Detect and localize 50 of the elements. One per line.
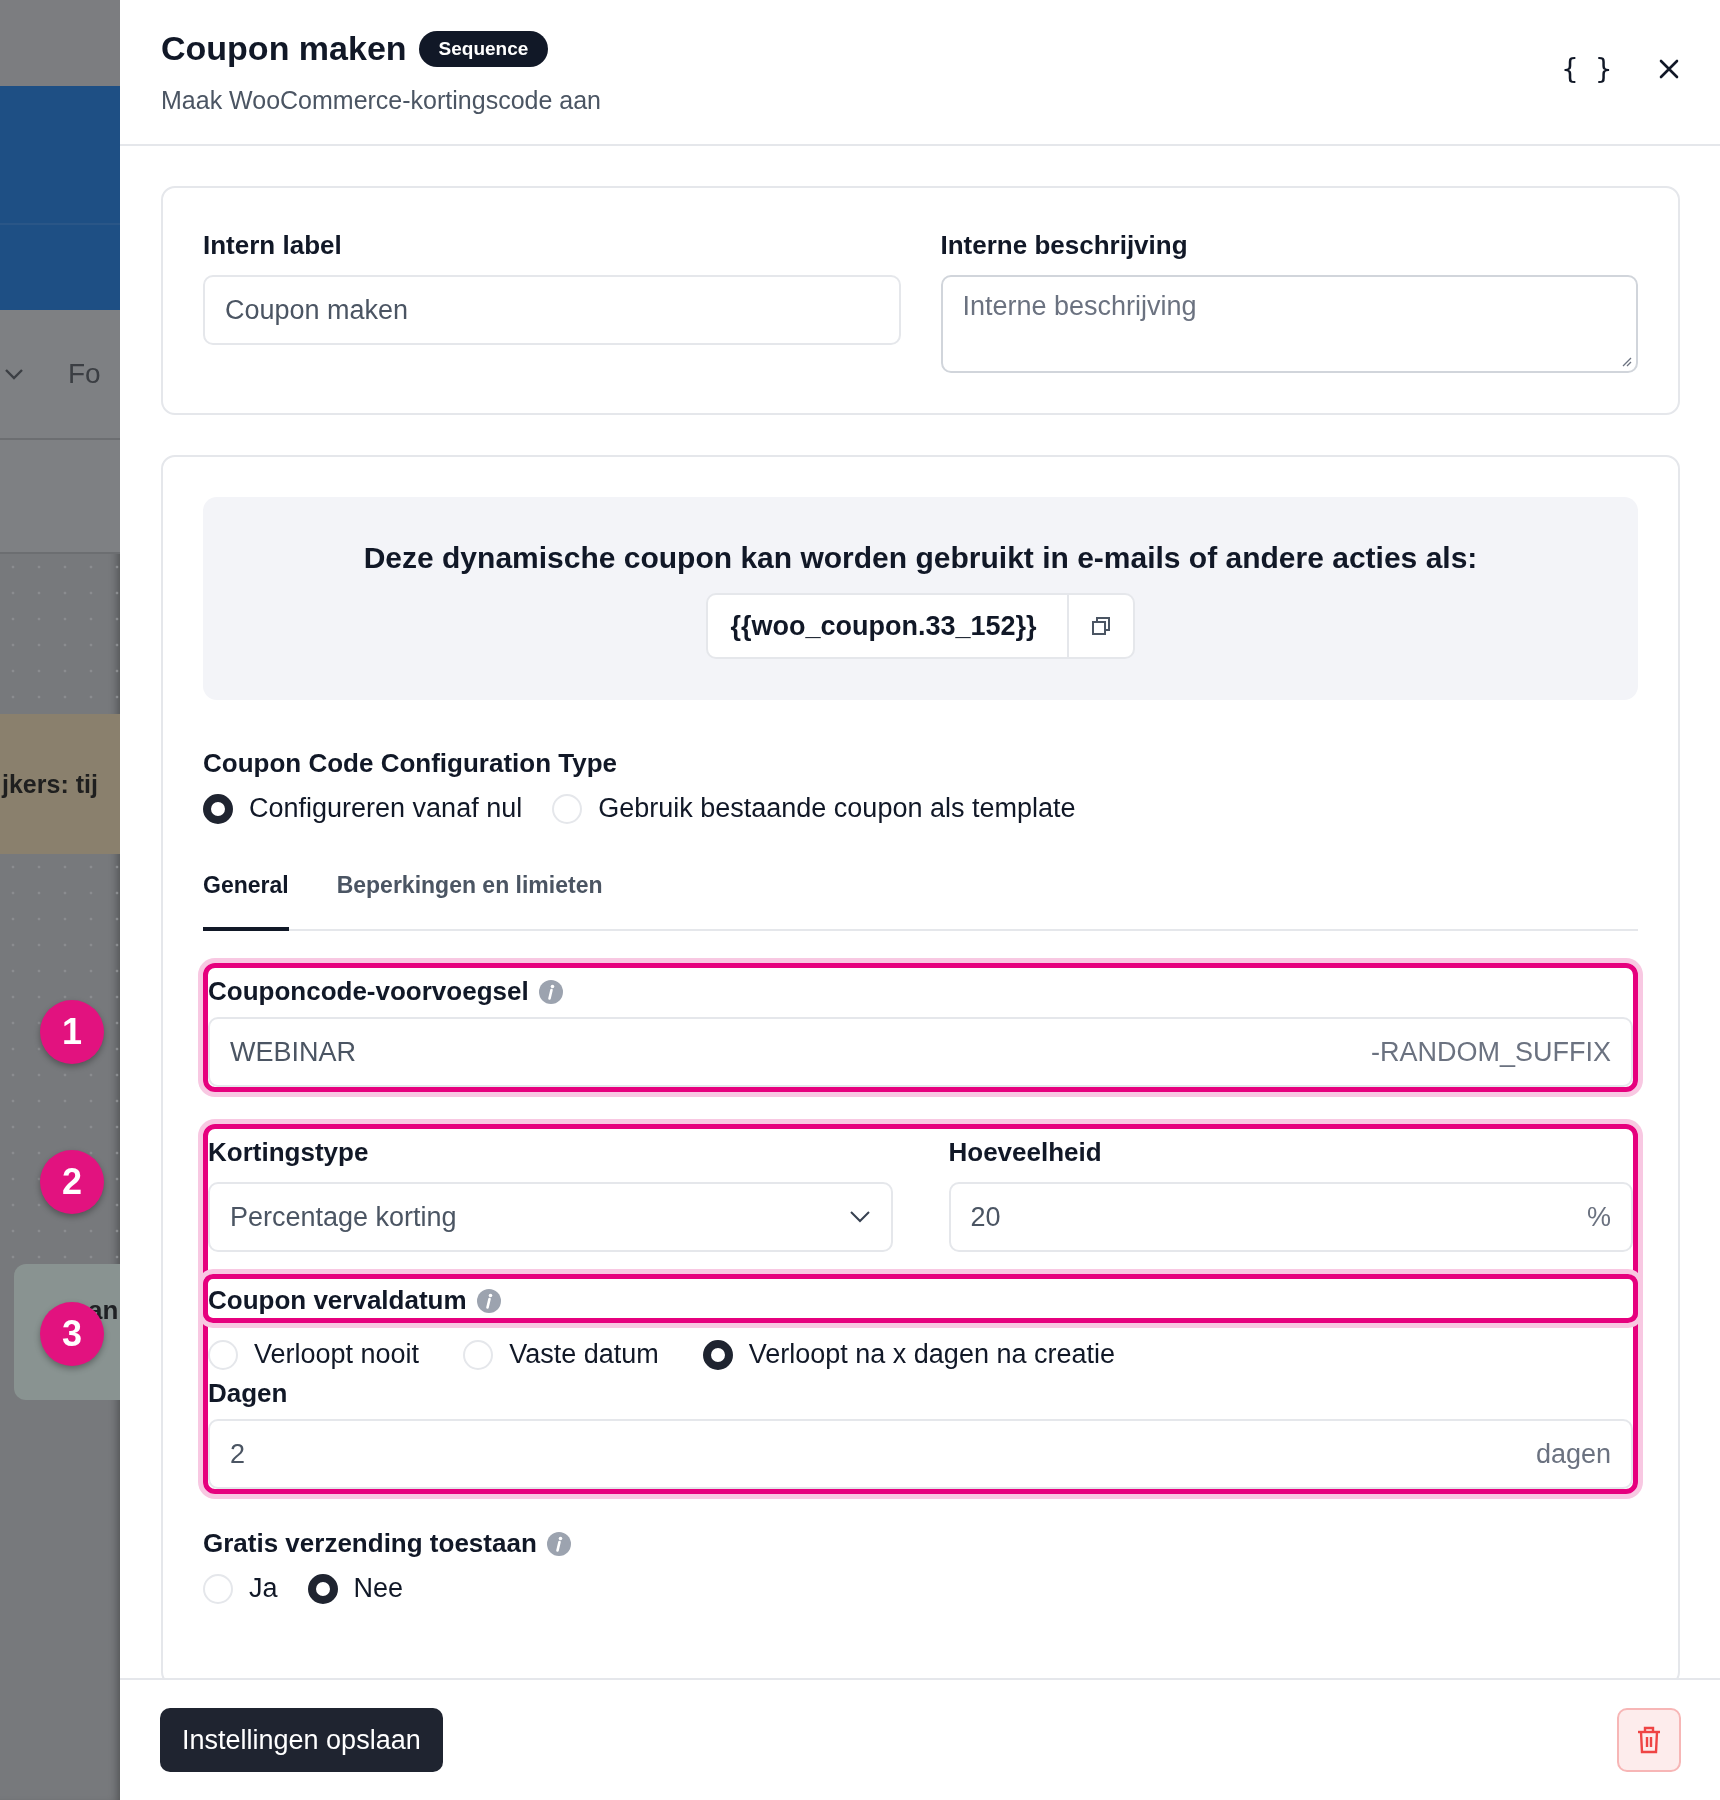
tab[interactable]: Beperkingen en limieten [336, 872, 603, 931]
panel-title: Coupon maken [161, 29, 407, 68]
days-input[interactable]: 2 dagen [208, 1419, 1633, 1489]
code-view-button[interactable]: { } [1561, 52, 1612, 86]
info-icon[interactable] [546, 1531, 571, 1556]
radio-label[interactable]: Nee [353, 1573, 404, 1604]
step-badge: 2 [40, 1150, 104, 1214]
field-label: Couponcode-voorvoegsel [208, 976, 529, 1007]
field-label: Interne beschrijving [940, 230, 1188, 261]
unit-suffix: -RANDOM_SUFFIX [1371, 1036, 1611, 1068]
field-label: Dagen [208, 1378, 288, 1409]
amount-input[interactable]: 20 % [948, 1182, 1633, 1252]
radio-label[interactable]: Vaste datum [509, 1339, 659, 1370]
prefix-input[interactable]: WEBINAR -RANDOM_SUFFIX [208, 1017, 1633, 1087]
trash-icon [1636, 1726, 1662, 1754]
unit-suffix: % [1587, 1201, 1611, 1233]
close-icon[interactable] [1658, 58, 1680, 80]
step-badge: 1 [40, 1000, 104, 1064]
tab[interactable]: General [203, 872, 289, 931]
field-label: Coupon Code Configuration Type [203, 748, 618, 779]
field-label: Kortingstype [208, 1137, 369, 1168]
chevron-icon[interactable] [4, 368, 24, 380]
description-textarea[interactable]: Interne beschrijving [940, 275, 1638, 373]
radio-label[interactable]: Verloopt na x dagen na creatie [748, 1339, 1115, 1370]
resize-handle-icon[interactable] [1620, 355, 1632, 367]
field-label: Coupon vervaldatum [208, 1285, 467, 1316]
radio-label[interactable]: Configureren vanaf nul [249, 793, 523, 824]
radio-button[interactable] [307, 1573, 338, 1604]
radio-button[interactable] [702, 1339, 733, 1370]
panel-subtitle: Maak WooCommerce-kortingscode aan [161, 86, 601, 115]
info-icon[interactable] [476, 1288, 501, 1313]
chevron-down-icon[interactable] [848, 1210, 871, 1224]
discount-type-select[interactable]: Percentage korting [208, 1182, 893, 1252]
unit-suffix: dagen [1535, 1438, 1611, 1470]
sequence-tag: Sequence [418, 30, 549, 67]
delete-button[interactable] [1617, 1708, 1681, 1772]
radio-label[interactable]: Verloopt nooit [254, 1339, 420, 1370]
info-icon[interactable] [538, 979, 563, 1004]
field-label: Gratis verzending toestaan [203, 1528, 537, 1559]
info-heading: Deze dynamische coupon kan worden gebruikt in e-mails of andere acties als: [363, 541, 1478, 575]
field-label: Hoeveelheid [948, 1137, 1102, 1168]
radio-label[interactable]: Ja [249, 1573, 278, 1604]
label-input[interactable]: Coupon maken [203, 275, 901, 345]
banner-text: jkers: tij [2, 769, 98, 799]
radio-button[interactable] [203, 793, 233, 824]
save-button[interactable]: Instellingen opslaan [160, 1708, 443, 1772]
merge-tag-field[interactable]: {{woo_coupon.33_152}} [706, 593, 1135, 659]
radio-label[interactable]: Gebruik bestaande coupon als template [598, 793, 1076, 824]
copy-icon[interactable] [1089, 615, 1112, 637]
field-label: Intern label [203, 230, 342, 261]
